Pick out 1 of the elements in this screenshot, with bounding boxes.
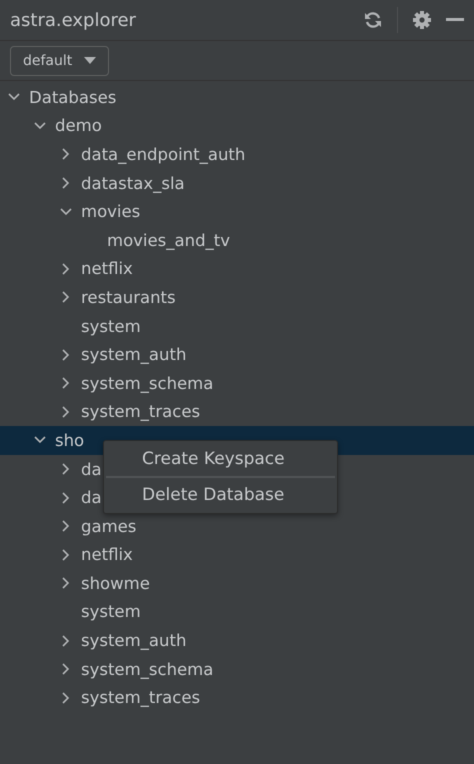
panel-title: astra.explorer: [10, 10, 136, 30]
